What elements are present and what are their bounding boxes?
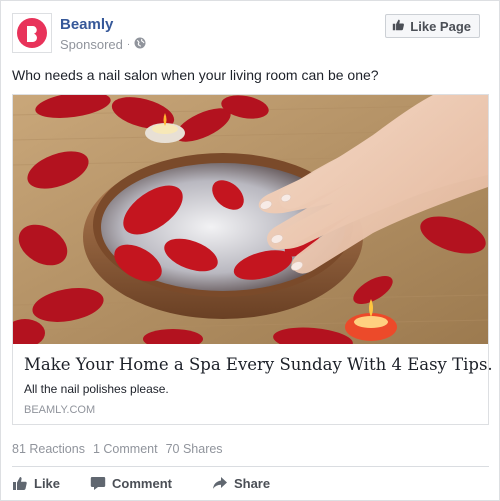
share-label: Share [233, 475, 271, 491]
like-page-label: Like Page [410, 18, 471, 34]
share-arrow-icon [212, 475, 228, 491]
like-button[interactable]: Like [12, 475, 60, 491]
comment-button[interactable]: Comment [90, 475, 172, 491]
globe-icon[interactable] [134, 37, 146, 52]
comment-bubble-icon [90, 475, 106, 491]
like-page-button[interactable]: Like Page [385, 14, 480, 38]
post-text: Who needs a nail salon when your living … [12, 67, 379, 83]
thumbs-up-icon [12, 475, 28, 491]
reactions-count[interactable]: 81 Reactions [12, 442, 85, 456]
share-button[interactable]: Share [212, 475, 270, 491]
like-label: Like [34, 475, 61, 491]
page-name-link[interactable]: Beamly [60, 16, 113, 33]
post-header: Beamly Sponsored · Like Page [12, 13, 490, 55]
beamly-logo-icon [17, 18, 47, 48]
divider [12, 466, 489, 467]
link-title[interactable]: Make Your Home a Spa Every Sunday With 4… [24, 355, 493, 374]
link-description: All the nail polishes please. [24, 382, 169, 396]
post-actions: Like Comment Share [12, 471, 489, 495]
thumbs-up-icon [392, 18, 405, 34]
meta-separator: · [126, 39, 131, 50]
sponsored-post-card: Beamly Sponsored · Like Page Who needs a… [0, 0, 500, 501]
post-meta: Sponsored · [60, 37, 146, 52]
shares-count[interactable]: 70 Shares [166, 442, 223, 456]
engagement-stats: 81 Reactions 1 Comment 70 Shares [12, 442, 223, 456]
link-preview-image[interactable] [13, 95, 488, 344]
sponsored-label[interactable]: Sponsored [60, 37, 123, 52]
comment-label: Comment [112, 475, 172, 491]
comments-count[interactable]: 1 Comment [93, 442, 158, 456]
link-domain: BEAMLY.COM [24, 404, 96, 416]
link-preview[interactable]: Make Your Home a Spa Every Sunday With 4… [12, 94, 493, 425]
page-avatar[interactable] [12, 13, 52, 53]
